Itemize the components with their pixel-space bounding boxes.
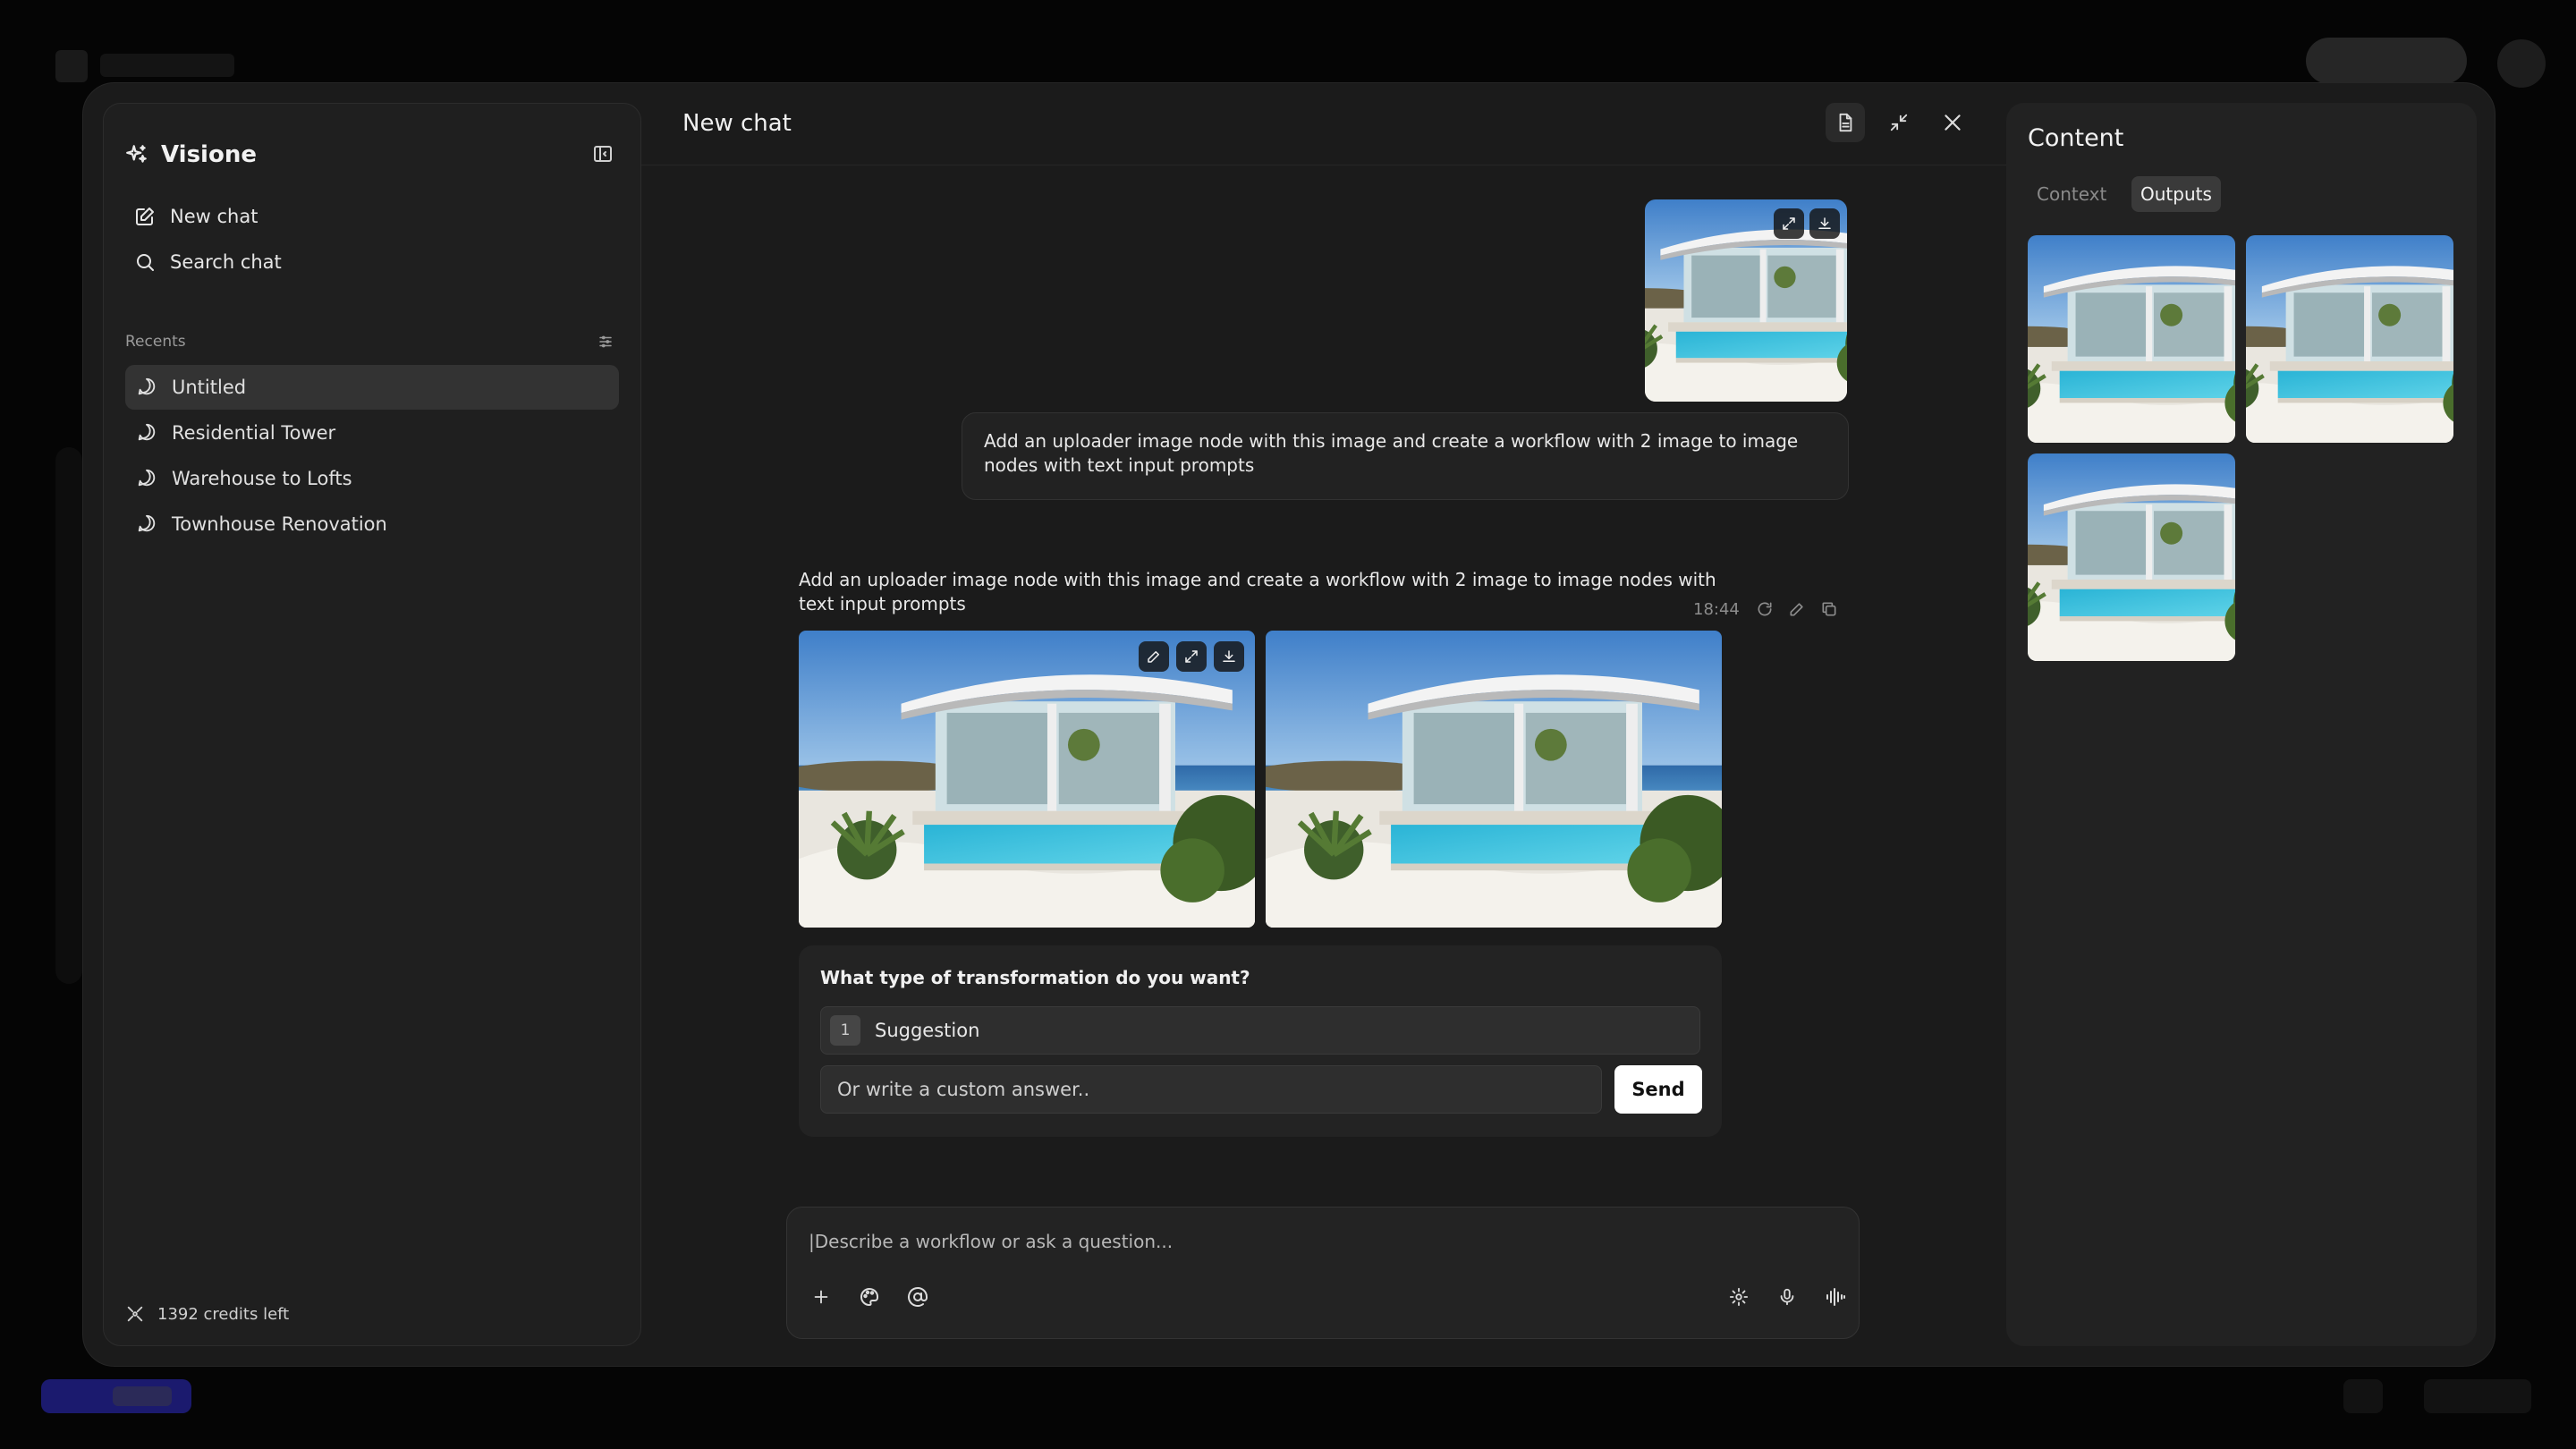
- question-card: What type of transformation do you want?…: [799, 945, 1722, 1137]
- copy-icon[interactable]: [1820, 600, 1838, 618]
- chat-bubble-icon: [136, 468, 157, 489]
- generated-image-1[interactable]: [799, 631, 1255, 928]
- output-thumbnail[interactable]: [2246, 235, 2453, 443]
- chat-modal: Visione New chat Search chat Recents Unt…: [82, 82, 2496, 1367]
- composer-input[interactable]: [809, 1224, 1828, 1259]
- suggestion-option[interactable]: 1 Suggestion: [820, 1006, 1700, 1055]
- output-thumbnail[interactable]: [2028, 235, 2235, 443]
- minimize-button[interactable]: [1879, 103, 1919, 142]
- chat-sidebar: Visione New chat Search chat Recents Unt…: [103, 103, 641, 1346]
- voice-mode-button[interactable]: [1818, 1279, 1853, 1315]
- collapse-sidebar-button[interactable]: [592, 143, 614, 165]
- suggestion-number: 1: [830, 1015, 860, 1046]
- document-icon: [1839, 113, 1852, 132]
- microphone-button[interactable]: [1769, 1279, 1805, 1315]
- message-composer: [786, 1207, 1860, 1339]
- recent-chat-label: Warehouse to Lofts: [172, 468, 352, 489]
- recent-chat-residential-tower[interactable]: Residential Tower: [125, 411, 619, 455]
- content-panel: Content Context Outputs: [2006, 103, 2477, 1346]
- mention-button[interactable]: [900, 1279, 936, 1315]
- generated-image-2[interactable]: [1266, 631, 1722, 928]
- user-message: Add an uploader image node with this ima…: [962, 412, 1849, 500]
- background-control: [2343, 1379, 2383, 1413]
- expand-icon: [1185, 650, 1198, 663]
- search-chat-label: Search chat: [170, 251, 282, 273]
- background-app-title: [100, 54, 234, 77]
- edit-image-button[interactable]: [1139, 641, 1169, 672]
- recent-chat-untitled[interactable]: Untitled: [125, 365, 619, 410]
- background-app-logo: [55, 50, 88, 82]
- chat-bubble-icon: [136, 513, 157, 535]
- at-sign-icon: [908, 1287, 928, 1307]
- sparkle-icon: [125, 143, 148, 166]
- tab-outputs[interactable]: Outputs: [2131, 176, 2221, 212]
- close-icon: [1945, 114, 1961, 131]
- expand-icon: [1783, 217, 1795, 230]
- chat-bubble-icon: [136, 422, 157, 444]
- expand-image-button[interactable]: [1774, 208, 1804, 239]
- pencil-icon: [1148, 651, 1159, 663]
- expand-image-button[interactable]: [1176, 641, 1207, 672]
- document-button[interactable]: [1826, 103, 1865, 142]
- search-icon: [134, 251, 156, 273]
- edit-icon: [134, 206, 156, 227]
- background-avatar: [2497, 39, 2546, 88]
- close-button[interactable]: [1933, 103, 1972, 142]
- chat-header: New chat: [641, 83, 2006, 165]
- settings-button[interactable]: [1721, 1279, 1757, 1315]
- recent-chat-label: Residential Tower: [172, 422, 336, 444]
- download-icon: [1818, 217, 1831, 229]
- recents-label: Recents: [125, 333, 186, 351]
- question-title: What type of transformation do you want?: [820, 967, 1250, 988]
- download-image-button[interactable]: [1214, 641, 1244, 672]
- list-filter-icon[interactable]: [597, 334, 614, 350]
- custom-answer-input[interactable]: [820, 1065, 1602, 1114]
- search-chat-button[interactable]: Search chat: [134, 251, 282, 273]
- retry-icon[interactable]: [1756, 600, 1774, 618]
- recent-chat-warehouse-to-lofts[interactable]: Warehouse to Lofts: [125, 456, 619, 501]
- microphone-icon: [1780, 1288, 1794, 1306]
- background-control: [2424, 1379, 2531, 1413]
- chat-title: New chat: [682, 110, 792, 137]
- download-image-button[interactable]: [1809, 208, 1840, 239]
- image-mode-button[interactable]: [852, 1279, 887, 1315]
- recent-chat-label: Townhouse Renovation: [172, 513, 387, 535]
- gear-icon: [1729, 1287, 1749, 1307]
- credits-label: 1392 credits left: [157, 1304, 290, 1324]
- content-title: Content: [2028, 124, 2124, 152]
- credits-icon: [125, 1304, 145, 1324]
- background-app-button: [2306, 38, 2467, 84]
- tab-context[interactable]: Context: [2028, 176, 2115, 212]
- uploaded-image[interactable]: [1645, 199, 1847, 402]
- output-thumbnail[interactable]: [2028, 453, 2235, 661]
- recent-chat-townhouse-renovation[interactable]: Townhouse Renovation: [125, 502, 619, 547]
- background-sidebar: [55, 447, 82, 984]
- credits-indicator: 1392 credits left: [125, 1304, 289, 1324]
- palette-icon: [860, 1287, 879, 1306]
- download-icon: [1223, 650, 1235, 662]
- new-chat-button[interactable]: New chat: [134, 206, 258, 227]
- send-button[interactable]: Send: [1614, 1065, 1702, 1114]
- new-chat-label: New chat: [170, 206, 258, 227]
- background-badge-inner: [113, 1386, 172, 1406]
- brand: Visione: [125, 141, 257, 168]
- plus-icon: [814, 1290, 828, 1304]
- waveform-icon: [1826, 1288, 1845, 1306]
- add-attachment-button[interactable]: [803, 1279, 839, 1315]
- brand-name: Visione: [161, 141, 257, 168]
- recents-header: Recents: [125, 333, 614, 351]
- chat-bubble-icon: [136, 377, 157, 398]
- minimize-icon: [1890, 114, 1908, 131]
- sidebar-collapse-icon: [594, 146, 612, 162]
- recent-chat-label: Untitled: [172, 377, 247, 398]
- assistant-message: Add an uploader image node with this ima…: [799, 569, 1716, 614]
- edit-message-icon[interactable]: [1788, 600, 1806, 618]
- suggestion-label: Suggestion: [875, 1020, 980, 1041]
